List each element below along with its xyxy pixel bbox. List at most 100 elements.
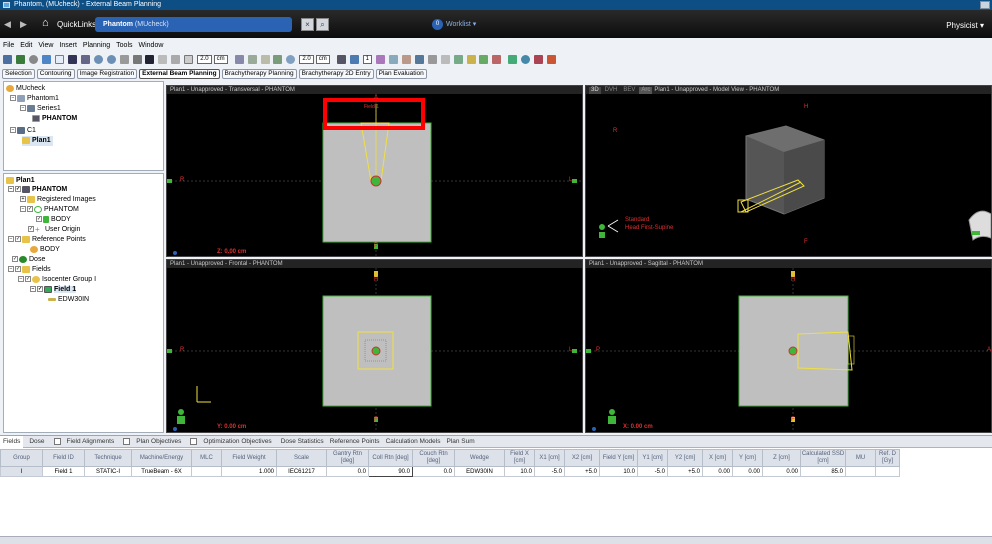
user-role-menu[interactable]: Physicist ▾ [946,21,984,30]
tab-plan-evaluation[interactable]: Plan Evaluation [375,69,427,79]
magnify-icon[interactable] [286,55,296,64]
view-mode-dvh-button[interactable]: DVH [602,87,620,94]
collapse-icon[interactable]: − [20,206,26,213]
draw-angle-icon[interactable] [260,55,270,64]
layout-icon[interactable] [145,55,155,64]
scope-tree-item[interactable]: − Phantom1 [10,94,59,104]
plan-tree-item[interactable]: ✓ BODY [36,215,71,225]
column-header[interactable]: Machine/Energy [131,449,192,467]
table-row[interactable]: I Field 1 STATIC-I TrueBeam - 6X 1.000 I… [0,466,900,477]
save-icon[interactable] [15,55,25,64]
info-icon[interactable] [41,55,51,64]
column-header[interactable]: Technique [84,449,132,467]
tab-brachytherapy-planning[interactable]: Brachytherapy Planning [221,69,297,79]
column-header[interactable]: Field Y [cm] [599,449,638,467]
column-header[interactable]: X1 [cm] [534,449,565,467]
select-icon[interactable] [54,55,64,64]
menu-window[interactable]: Window [136,42,167,49]
expand-icon[interactable]: + [20,196,26,203]
tab-contouring[interactable]: Contouring [36,69,75,79]
tab-checkbox[interactable] [190,437,198,445]
mlc-cell[interactable] [191,466,222,477]
column-header[interactable]: Y2 [cm] [667,449,703,467]
collapse-icon[interactable]: − [10,95,16,102]
tab-calculation-models[interactable]: Calculation Models [383,436,444,448]
back-arrow-icon[interactable]: ◀ [4,19,11,30]
column-header[interactable]: X2 [cm] [564,449,600,467]
column-header[interactable]: Field ID [42,449,85,467]
scope-tree-item[interactable]: Plan1 [22,136,53,146]
column-header[interactable]: Coll Rtn [deg] [368,449,413,467]
mu-cell[interactable] [845,466,876,477]
view-mode-arc-button[interactable]: Arc [639,87,653,94]
visibility-checkbox[interactable]: ✓ [25,276,31,283]
plan-tree-item[interactable]: − ✓ Reference Points [8,235,86,245]
view-mode-3d-button[interactable]: 3D [589,87,601,94]
collapse-icon[interactable]: − [30,286,36,293]
visibility-checkbox[interactable]: ✓ [36,216,42,223]
count-input[interactable]: 1 [362,55,372,64]
optimize-icon[interactable] [466,55,476,64]
patient-tab[interactable]: Phantom (MUcheck) [95,17,292,32]
rotate-icon[interactable] [28,55,38,64]
column-header[interactable]: MU [845,449,876,467]
plan-tree-item[interactable]: + Registered Images [20,195,96,205]
viewport-model-view[interactable]: 3D DVH BEV Arc Plan1 - Unapproved - Model Vi… [585,85,992,257]
plan-tree-item[interactable]: − ✓ Isocenter Group I [18,275,96,285]
column-header[interactable]: X [cm] [702,449,733,467]
scope-tree-item[interactable]: MUcheck [6,84,45,94]
menu-tools[interactable]: Tools [113,42,135,49]
menu-insert[interactable]: Insert [56,42,80,49]
tab-selection[interactable]: Selection [2,69,35,79]
delete-icon[interactable] [547,55,557,64]
field-y-cell[interactable]: 10.0 [599,466,638,477]
zoom-in-icon[interactable] [93,55,103,64]
tab-brachytherapy-2d-entry[interactable]: Brachytherapy 2D Entry [298,69,374,79]
tab-field-alignments[interactable]: Field Alignments [51,436,121,448]
viewport-sagittal[interactable]: Plan1 - Unapproved - Sagittal - PHANTOM … [585,259,992,433]
tab-checkbox[interactable] [123,437,131,445]
menu-file[interactable]: File [0,42,17,49]
window-maximize-button[interactable] [980,1,990,9]
column-header[interactable]: Gantry Rtn [deg] [326,449,369,467]
couch-rotation-cell[interactable]: 0.0 [412,466,455,477]
plan-tree-item[interactable]: ✓ Dose [12,255,45,265]
scope-tree-item[interactable]: PHANTOM [32,114,77,124]
plan-tree-item[interactable]: − ✓ Fields [8,265,51,275]
group-cell[interactable]: I [0,466,43,477]
tab-external-beam-planning[interactable]: External Beam Planning [139,69,220,79]
column-header[interactable]: Calculated SSD [cm] [800,449,846,467]
y1-cell[interactable]: -5.0 [637,466,668,477]
collimator-rotation-cell[interactable]: 90.0 [368,466,413,477]
tab-optimization-objectives[interactable]: Optimization Objectives [187,436,277,448]
collapse-icon[interactable]: − [8,186,14,193]
crosshair-icon[interactable] [158,55,168,64]
unapprove-icon[interactable] [534,55,544,64]
y2-cell[interactable]: +5.0 [667,466,703,477]
visibility-checkbox[interactable]: ✓ [15,236,21,243]
worklist-menu[interactable]: 0 Worklist ▾ [432,18,476,31]
patient-search-icon[interactable]: ⌕ [316,18,329,31]
technique-cell[interactable]: STATIC-I [84,466,132,477]
plan-tree-item[interactable]: − ✓ PHANTOM [20,205,79,215]
viewport-frontal[interactable]: Plan1 - Unapproved - Frontal - PHANTOM H… [166,259,583,433]
column-header[interactable]: Y [cm] [732,449,763,467]
ruler-icon[interactable] [171,55,181,64]
field-x-cell[interactable]: 10.0 [504,466,535,477]
zoom-out-icon[interactable] [106,55,116,64]
zoom-input-1[interactable]: 2.0 [197,55,212,64]
iso-x-cell[interactable]: 0.00 [702,466,733,477]
bolus-icon[interactable] [440,55,450,64]
grid-icon[interactable] [184,55,194,64]
tab-image-registration[interactable]: Image Registration [76,69,138,79]
rotate-view-icon[interactable] [132,55,142,64]
collapse-icon[interactable]: − [20,105,26,112]
draw-line-icon[interactable] [247,55,257,64]
tab-dose-statistics[interactable]: Dose Statistics [278,436,327,448]
column-header[interactable]: Y1 [cm] [637,449,668,467]
column-header[interactable]: Couch Rtn [deg] [412,449,455,467]
visibility-checkbox[interactable]: ✓ [27,206,33,213]
wedge-icon[interactable] [414,55,424,64]
measure-icon[interactable] [80,55,90,64]
plan-tree-item[interactable]: EDW30IN [48,295,89,305]
